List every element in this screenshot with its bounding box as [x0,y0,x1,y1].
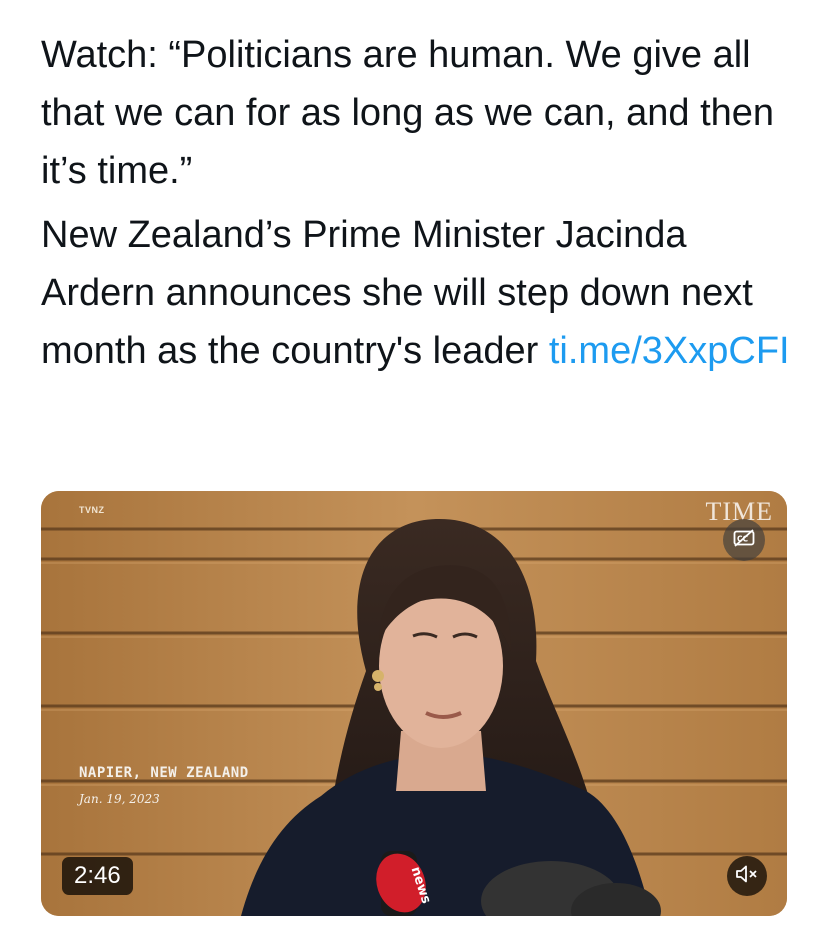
video-frame: news [41,491,787,916]
location-caption: NAPIER, NEW ZEALAND [79,765,249,781]
speaker-muted-icon [735,864,759,889]
tvnz-bug: TVNZ [79,505,105,515]
tweet-link[interactable]: ti.me/3XxpCFI [549,330,790,372]
mute-button[interactable] [727,856,767,896]
tweet-quote: Watch: “Politicians are human. We give a… [41,34,775,192]
video-duration-badge: 2:46 [62,857,133,895]
date-caption: Jan. 19, 2023 [79,792,160,806]
closed-captions-icon: CC [733,528,755,552]
tweet-body: New Zealand’s Prime Minister Jacinda Ard… [41,206,801,380]
captions-button[interactable]: CC [723,519,765,561]
video-player[interactable]: news TVNZ TIME CC NAPIER, NEW ZEALAND Ja… [41,491,787,916]
tweet-text: Watch: “Politicians are human. We give a… [41,26,801,380]
